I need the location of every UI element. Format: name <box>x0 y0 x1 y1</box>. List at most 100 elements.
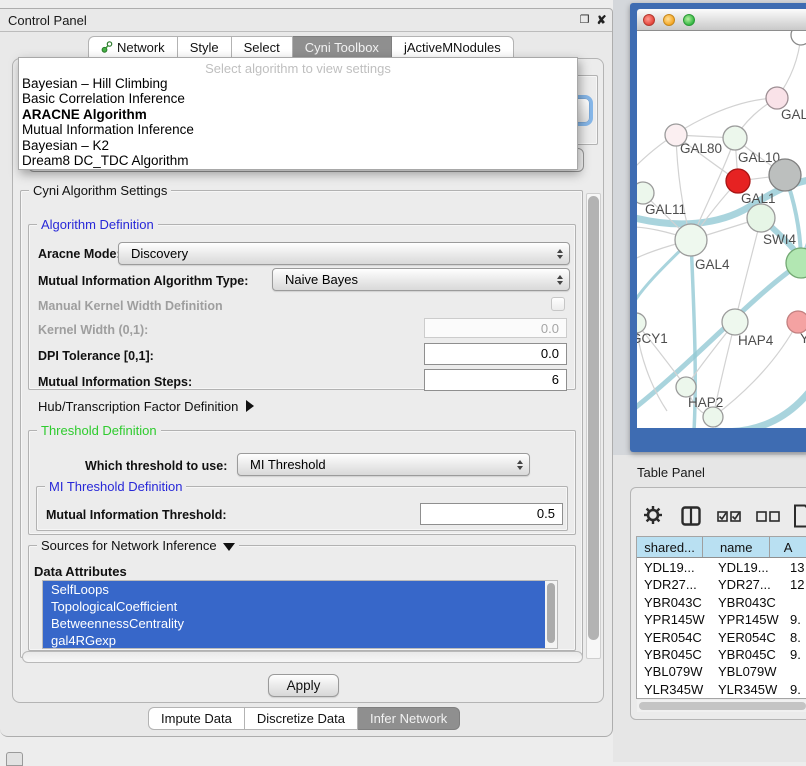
node-label: GAL11 <box>645 202 686 217</box>
network-node-gal10[interactable] <box>723 126 747 150</box>
network-node[interactable] <box>791 31 806 45</box>
sources-title[interactable]: Sources for Network Inference <box>37 538 239 553</box>
network-node-gal4[interactable] <box>675 224 707 256</box>
hub-definition-expander[interactable]: Hub/Transcription Factor Definition <box>38 399 254 414</box>
which-threshold-value: MI Threshold <box>250 457 326 472</box>
table-cell: YBL079W <box>637 663 711 680</box>
table-row[interactable]: YLR345WYLR345W9. <box>637 681 806 698</box>
column-header-name[interactable]: name <box>703 537 770 557</box>
table-cell: YPR145W <box>637 611 711 628</box>
minimized-panel-chip[interactable] <box>6 752 23 766</box>
table-cell: YER054C <box>711 629 786 646</box>
algorithm-option[interactable]: Dream8 DC_TDC Algorithm <box>19 153 577 168</box>
collapse-arrow-icon <box>223 543 235 551</box>
network-node-hap2[interactable] <box>676 377 696 397</box>
kernel-width-field[interactable]: 0.0 <box>424 318 567 338</box>
tab-discretize-data[interactable]: Discretize Data <box>245 707 358 730</box>
table-row[interactable]: YDL19...YDL19...13 <box>637 559 806 576</box>
attribute-item[interactable]: gal4RGexp <box>43 632 546 649</box>
table-cell: YPR145W <box>711 611 786 628</box>
tab-jactivemnodules[interactable]: jActiveMNodules <box>392 36 514 59</box>
manual-kernel-label: Manual Kernel Width Definition <box>38 299 223 313</box>
algorithm-option[interactable]: Mutual Information Inference <box>19 122 577 137</box>
mi-steps-field[interactable]: 6 <box>424 369 567 391</box>
tab-cyni-toolbox[interactable]: Cyni Toolbox <box>293 36 392 59</box>
mi-threshold-field[interactable]: 0.5 <box>420 503 563 525</box>
attribute-item[interactable]: SelfLoops <box>43 581 546 598</box>
node-label: GAL <box>781 107 806 122</box>
table-cell: YIL052C <box>711 698 786 699</box>
table-row[interactable]: YDR27...YDR27...12 <box>637 576 806 593</box>
network-node-gal[interactable] <box>766 87 788 109</box>
network-icon <box>101 41 113 53</box>
network-edge[interactable] <box>715 387 806 428</box>
network-node-hap4[interactable] <box>722 309 748 335</box>
network-node-gal1[interactable] <box>726 169 750 193</box>
mac-close-icon[interactable] <box>643 14 655 26</box>
float-window-icon[interactable]: ❐ <box>578 14 591 27</box>
column-header-shared[interactable]: shared... <box>637 537 703 557</box>
algorithm-option[interactable]: Bayesian – K2 <box>19 138 577 153</box>
tab-network[interactable]: Network <box>88 36 178 59</box>
checked-boxes-icon[interactable] <box>717 511 741 523</box>
algorithm-popup-placeholder: Select algorithm to view settings <box>19 58 577 76</box>
mac-minimize-icon[interactable] <box>663 14 675 26</box>
network-node-gal11[interactable] <box>637 182 654 204</box>
table-cell: 12 <box>786 576 806 593</box>
table-row[interactable]: YER054CYER054C8. <box>637 629 806 646</box>
dpi-tolerance-label: DPI Tolerance [0,1]: <box>38 349 154 363</box>
close-window-icon[interactable]: ✘ <box>595 14 608 27</box>
document-icon[interactable] <box>793 504 806 528</box>
network-canvas[interactable]: GALGAL80GAL10GAL1GAL11SWI4GAL4GCY1HAP4YH… <box>637 31 806 428</box>
table-cell: 9. <box>786 681 806 698</box>
network-node-gcy1[interactable] <box>637 313 646 333</box>
table-hscrollbar-thumb[interactable] <box>639 702 806 710</box>
algorithm-option[interactable]: Bayesian – Hill Climbing <box>19 76 577 91</box>
dpi-tolerance-field[interactable]: 0.0 <box>424 343 567 365</box>
table-cell: YDR27... <box>711 576 786 593</box>
combo-arrows-icon <box>517 460 523 470</box>
node-label: GAL80 <box>680 141 722 156</box>
table-cell: YBR045C <box>637 646 711 663</box>
algorithm-option[interactable]: Basic Correlation Inference <box>19 91 577 106</box>
which-threshold-label: Which threshold to use: <box>85 459 227 473</box>
columns-icon[interactable] <box>681 506 701 526</box>
gear-icon[interactable] <box>644 506 662 524</box>
mac-zoom-icon[interactable] <box>683 14 695 26</box>
tab-select[interactable]: Select <box>232 36 293 59</box>
manual-kernel-checkbox[interactable] <box>551 297 565 311</box>
table-cell: YDL19... <box>637 559 711 576</box>
table-cell: YBR045C <box>711 646 786 663</box>
table-row[interactable]: YBR043CYBR043C <box>637 594 806 611</box>
unchecked-boxes-icon[interactable] <box>756 511 780 523</box>
apply-button[interactable]: Apply <box>268 674 339 697</box>
table-row[interactable]: YBL079WYBL079W <box>637 663 806 680</box>
table-row[interactable]: YBR045CYBR045C9. <box>637 646 806 663</box>
aracne-mode-combobox[interactable]: Discovery <box>118 242 570 265</box>
tab-impute-data[interactable]: Impute Data <box>148 707 245 730</box>
node-table[interactable]: shared...nameA YDL19...YDL19...13YDR27..… <box>636 536 806 699</box>
attribute-item[interactable]: TopologicalCoefficient <box>43 598 546 615</box>
sources-title-text: Sources for Network Inference <box>41 538 217 553</box>
table-cell: 9. <box>786 611 806 628</box>
attributes-scrollbar-thumb[interactable] <box>547 583 555 643</box>
which-threshold-combobox[interactable]: MI Threshold <box>237 453 530 476</box>
table-row[interactable]: YPR145WYPR145W9. <box>637 611 806 628</box>
data-attributes-list[interactable]: SelfLoopsTopologicalCoefficientBetweenne… <box>42 580 558 649</box>
mi-type-value: Naive Bayes <box>285 272 358 287</box>
network-node-swi4[interactable] <box>747 204 775 232</box>
settings-group-title: Cyni Algorithm Settings <box>29 183 171 198</box>
network-node-y[interactable] <box>787 311 806 333</box>
algorithm-option[interactable]: ARACNE Algorithm <box>19 107 577 122</box>
column-header-a[interactable]: A <box>770 537 806 557</box>
tab-infer-network[interactable]: Infer Network <box>358 707 460 730</box>
settings-scrollbar-thumb[interactable] <box>588 196 599 640</box>
tab-style[interactable]: Style <box>178 36 232 59</box>
table-cell: 8. <box>786 629 806 646</box>
table-row[interactable]: YIL052CYIL052C8. <box>637 698 806 699</box>
horizontal-scrollbar[interactable] <box>22 651 583 663</box>
mi-type-combobox[interactable]: Naive Bayes <box>272 268 570 291</box>
network-node[interactable] <box>769 159 801 191</box>
attribute-item[interactable]: BetweennessCentrality <box>43 615 546 632</box>
network-node[interactable] <box>703 407 723 427</box>
